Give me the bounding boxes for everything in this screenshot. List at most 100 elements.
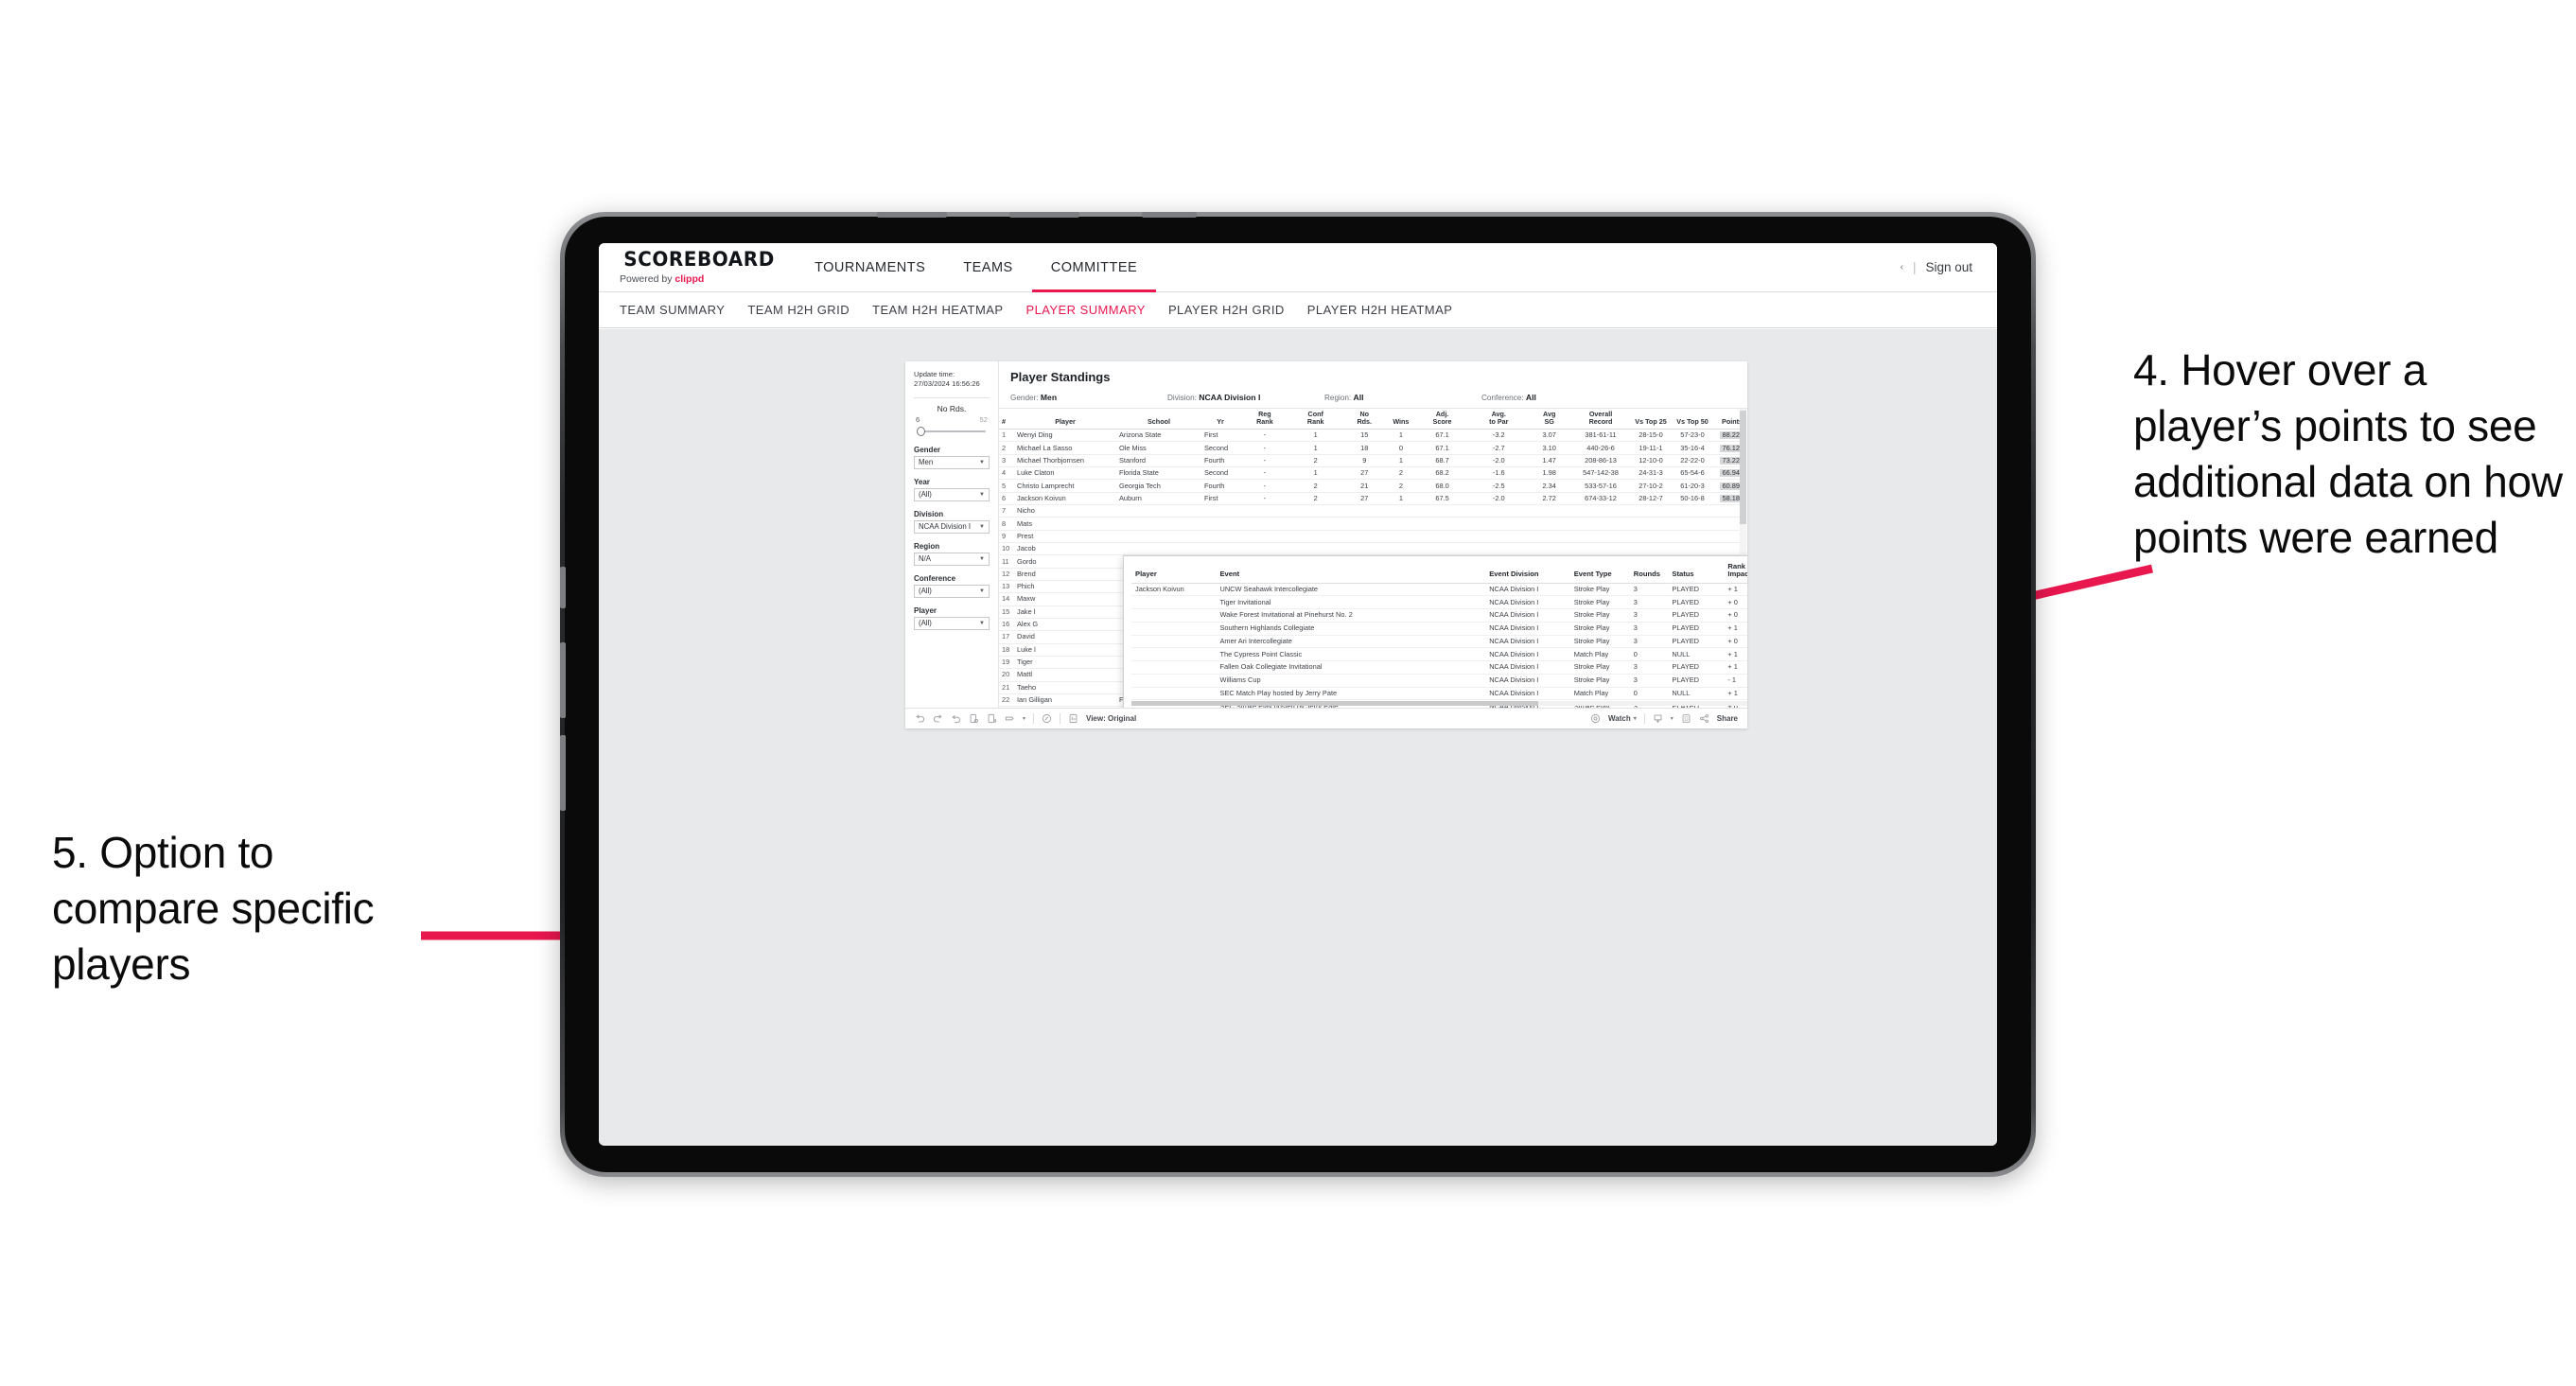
cell-n: 9: [999, 530, 1014, 544]
tooltip-cell-type: Stroke Play: [1569, 660, 1630, 675]
filter-region-select[interactable]: N/A ▼: [914, 552, 990, 566]
col-avg-sg[interactable]: Avg SG: [1527, 409, 1571, 430]
slider-track[interactable]: [914, 426, 990, 436]
revert-icon[interactable]: [951, 713, 961, 724]
cell-player: Mats: [1014, 517, 1116, 531]
filter-gender-select[interactable]: Men ▼: [914, 455, 990, 469]
download-icon[interactable]: [1653, 713, 1663, 724]
table-row[interactable]: 4 Luke Claton Florida State Second -1 27 2 68.2…: [999, 466, 1745, 481]
table-row[interactable]: 9 Prest: [999, 530, 1745, 544]
table-row[interactable]: 7 Nicho: [999, 504, 1745, 518]
tooltip-cell-rounds: 0: [1629, 647, 1669, 662]
chevron-down-icon[interactable]: ▾: [1023, 715, 1025, 722]
col-school[interactable]: School: [1116, 409, 1201, 430]
page-title: Player Standings: [1010, 370, 1111, 384]
ask-data-icon[interactable]: [1042, 713, 1052, 724]
subnav-item-team-h2h-heatmap[interactable]: TEAM H2H HEATMAP: [872, 303, 1025, 317]
cell-yr: First: [1201, 492, 1239, 506]
col-conf-rank[interactable]: Conf Rank: [1289, 409, 1341, 430]
table-row[interactable]: 2 Michael La Sasso Ole Miss Second -1 18 0 67.1…: [999, 441, 1745, 455]
filter-year: Year (All) ▼: [914, 478, 990, 501]
share-icon[interactable]: [1699, 713, 1709, 724]
cell-par: -2.0: [1470, 492, 1528, 506]
filter-player-label: Player: [914, 605, 938, 615]
col-player[interactable]: Player: [1014, 409, 1116, 430]
redo-icon[interactable]: [933, 713, 943, 724]
table-row[interactable]: 6 Jackson Koivun Auburn First -2 27 1 67.5 -2.0 2…: [999, 492, 1745, 506]
cell-sg: [1527, 542, 1571, 556]
data-source-icon[interactable]: [1005, 713, 1015, 724]
view-original-label[interactable]: View: Original: [1086, 714, 1136, 723]
undo-icon[interactable]: [915, 713, 925, 724]
tooltip-cell-type: Stroke Play: [1569, 595, 1630, 610]
share-button[interactable]: Share: [1717, 714, 1738, 723]
tooltip-horizontal-scrollbar[interactable]: [1131, 701, 1747, 706]
filter-division-select[interactable]: NCAA Division I ▼: [914, 519, 990, 534]
cell-rds: 27: [1341, 466, 1388, 481]
tooltip-cell-rank: + 1: [1724, 583, 1747, 597]
filter-player-select[interactable]: (All) ▼: [914, 616, 990, 630]
table-row[interactable]: 1 Wenyi Ding Arizona State First -1 15 1 67.1 -3…: [999, 429, 1745, 443]
cell-ovr: [1571, 542, 1630, 556]
col-vs-top-25[interactable]: Vs Top 25: [1630, 409, 1672, 430]
col-wins[interactable]: Wins: [1387, 409, 1414, 430]
topnav-item-teams[interactable]: TEAMS: [944, 243, 1031, 291]
watch-icon[interactable]: [1590, 713, 1601, 724]
meta-region: Region: All: [1324, 393, 1481, 402]
meta-division-value: NCAA Division I: [1199, 393, 1261, 402]
cell-sg: 2.72: [1527, 492, 1571, 506]
col-adj-score[interactable]: Adj. Score: [1413, 409, 1471, 430]
standings-table-wrapper[interactable]: # Player School Yr Reg Rank Conf Rank No Rd…: [999, 409, 1747, 708]
cell-ovr: 208-86-13: [1571, 454, 1630, 468]
table-row[interactable]: 5 Christo Lamprecht Georgia Tech Fourth -2 21…: [999, 479, 1745, 493]
col-avg-to-par[interactable]: Avg. to Par: [1470, 409, 1528, 430]
subnav-item-player-h2h-grid[interactable]: PLAYER H2H GRID: [1168, 303, 1307, 317]
col-vs-top-50[interactable]: Vs Top 50: [1672, 409, 1713, 430]
tipcol-rank-impact-line2: Impact: [1727, 570, 1747, 579]
table-row[interactable]: 8 Mats: [999, 517, 1745, 531]
col-rank[interactable]: #: [999, 409, 1014, 430]
topnav-item-tournaments[interactable]: TOURNAMENTS: [796, 243, 944, 291]
cell-ovr: 381-61-11: [1571, 429, 1630, 443]
tooltip-cell-status: PLAYED: [1668, 622, 1725, 636]
device-button-top-1: [877, 212, 947, 218]
view-icon[interactable]: [1068, 713, 1078, 724]
table-row[interactable]: 3 Michael Thorbjornsen Stanford Fourth -2 9 1 6…: [999, 454, 1745, 468]
subnav-item-team-h2h-grid[interactable]: TEAM H2H GRID: [747, 303, 872, 317]
cell-conf: [1289, 517, 1341, 531]
col-yr[interactable]: Yr: [1201, 409, 1239, 430]
refresh-icon[interactable]: [969, 713, 979, 724]
chevron-left-icon[interactable]: ‹: [1901, 262, 1903, 272]
cell-t25: [1630, 530, 1672, 544]
tooltip-cell-player: [1131, 674, 1217, 688]
cell-par: -2.7: [1470, 441, 1528, 455]
topnav-item-committee[interactable]: COMMITTEE: [1031, 243, 1157, 292]
tooltip-cell-division: NCAA Division I: [1485, 647, 1570, 662]
watch-button[interactable]: Watch ▾: [1608, 714, 1637, 723]
pause-updates-icon[interactable]: [987, 713, 997, 724]
table-row[interactable]: 10 Jacob: [999, 542, 1745, 556]
subnav-item-team-summary[interactable]: TEAM SUMMARY: [620, 303, 747, 317]
sign-out-link[interactable]: Sign out: [1925, 260, 1972, 274]
brand-logo[interactable]: SCOREBOARD Powered by clippd: [599, 243, 796, 291]
tooltip-cell-division: NCAA Division I: [1485, 583, 1570, 597]
fullscreen-icon[interactable]: [1681, 713, 1691, 724]
tooltip-hscroll-thumb[interactable]: [1131, 701, 1538, 706]
cell-adj: [1413, 504, 1471, 518]
cell-t50: 61-20-3: [1672, 479, 1713, 493]
subnav-item-player-summary[interactable]: PLAYER SUMMARY: [1025, 303, 1167, 317]
col-reg-rank[interactable]: Reg Rank: [1239, 409, 1290, 430]
subnav-item-player-h2h-heatmap[interactable]: PLAYER H2H HEATMAP: [1307, 303, 1476, 317]
col-overall-record[interactable]: Overall Record: [1571, 409, 1630, 430]
scrollbar-thumb[interactable]: [1740, 411, 1746, 524]
slider-handle[interactable]: [917, 426, 925, 436]
col-no-rds[interactable]: No Rds.: [1341, 409, 1388, 430]
cell-n: 20: [999, 668, 1014, 682]
filter-conference-select[interactable]: (All) ▼: [914, 584, 990, 598]
filter-year-select[interactable]: (All) ▼: [914, 487, 990, 501]
chevron-down-icon: ▼: [979, 620, 985, 626]
chevron-down-icon[interactable]: ▾: [1671, 715, 1674, 722]
cell-school: Arizona State: [1116, 429, 1201, 443]
cell-reg: -: [1239, 441, 1290, 455]
cell-sg: [1527, 517, 1571, 531]
